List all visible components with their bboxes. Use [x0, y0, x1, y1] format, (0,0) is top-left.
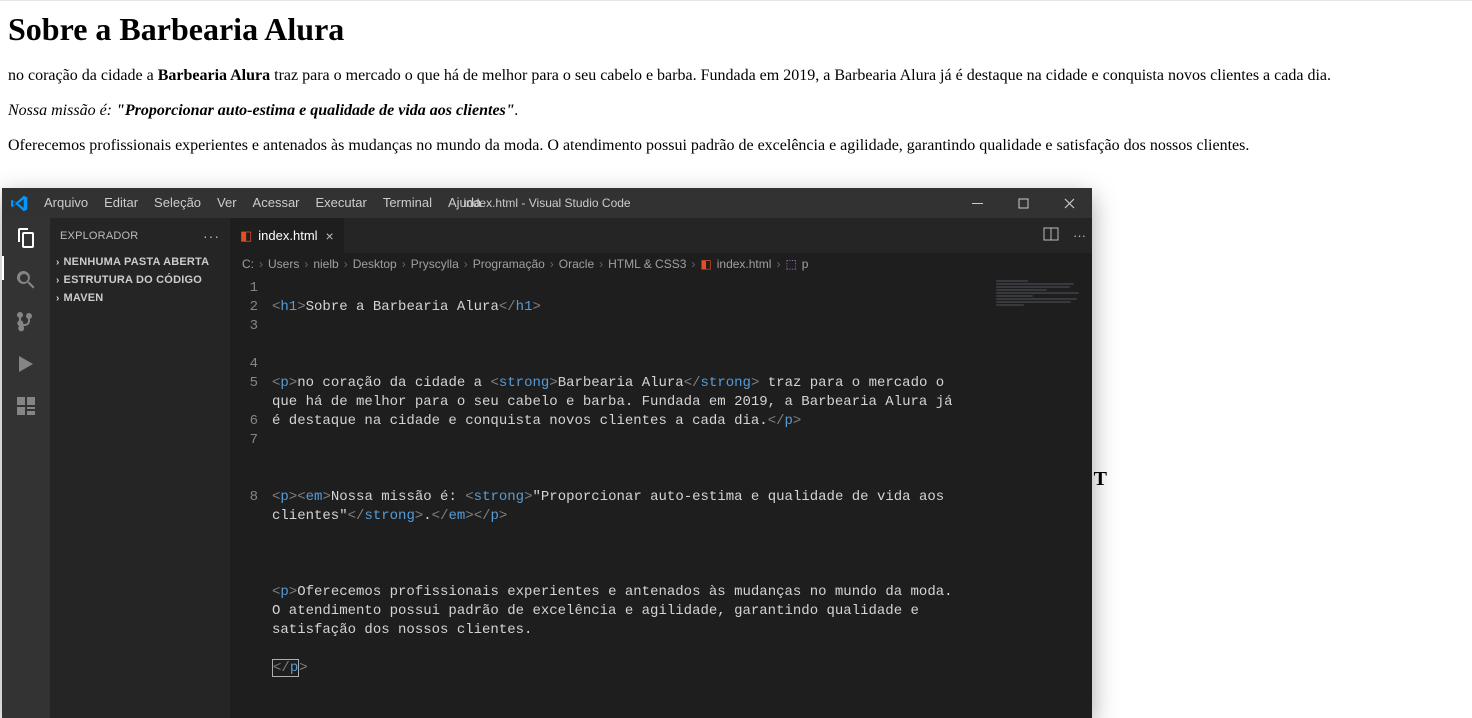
tab-actions: ···: [1043, 218, 1086, 253]
p2-em-a: Nossa missão é:: [8, 102, 116, 119]
p2-em-b: .: [515, 102, 519, 119]
tab-index-html[interactable]: ◧ index.html ×: [230, 218, 345, 253]
bc-1: Users: [268, 257, 299, 271]
tab-label: index.html: [258, 228, 317, 243]
vscode-window: Arquivo Editar Seleção Ver Acessar Execu…: [2, 188, 1092, 718]
bc-5: Programação: [473, 257, 545, 271]
sidebar-section-nofolder[interactable]: › NENHUMA PASTA ABERTA: [50, 253, 230, 271]
minimap[interactable]: [992, 275, 1092, 718]
search-icon[interactable]: [14, 268, 38, 292]
activitybar: [2, 218, 50, 718]
more-actions-icon[interactable]: ···: [1073, 228, 1086, 243]
menu-selecao[interactable]: Seleção: [146, 188, 209, 218]
bc-0: C:: [242, 257, 254, 271]
sidebar-section-outline[interactable]: › ESTRUTURA DO CÓDIGO: [50, 271, 230, 289]
window-controls: [954, 188, 1092, 218]
sidebar-header: EXPLORADOR ···: [50, 218, 230, 253]
breadcrumb[interactable]: C:› Users› nielb› Desktop› Pryscylla› Pr…: [230, 253, 1092, 275]
page-title: Sobre a Barbearia Alura: [8, 11, 1464, 48]
menu-arquivo[interactable]: Arquivo: [36, 188, 96, 218]
maximize-button[interactable]: [1000, 188, 1046, 218]
explorer-icon[interactable]: [14, 226, 38, 250]
bc-4: Pryscylla: [411, 257, 459, 271]
menu-ver[interactable]: Ver: [209, 188, 245, 218]
bc-7: HTML & CSS3: [608, 257, 686, 271]
paragraph-3: Oferecemos profissionais experientes e a…: [8, 136, 1464, 157]
sidebar-section-label: MAVEN: [64, 292, 104, 304]
p2-em-strong: "Proporcionar auto-estima e qualidade de…: [116, 102, 515, 119]
bc-6: Oracle: [559, 257, 594, 271]
paragraph-1: no coração da cidade a Barbearia Alura t…: [8, 66, 1464, 87]
tabs-row: ◧ index.html × ···: [230, 218, 1092, 253]
symbol-icon: ⬚: [785, 257, 796, 271]
titlebar: Arquivo Editar Seleção Ver Acessar Execu…: [2, 188, 1092, 218]
explorer-label: EXPLORADOR: [60, 230, 138, 242]
code-editor[interactable]: 1 2 3 4 5 6 7 8 <h1>Sobre a Barbearia Al…: [230, 275, 1092, 718]
extensions-icon[interactable]: [14, 394, 38, 418]
bc-8: index.html: [717, 257, 772, 271]
menu-ajuda[interactable]: Ajuda: [440, 188, 489, 218]
bc-2: nielb: [313, 257, 338, 271]
html-file-icon: ◧: [700, 257, 711, 271]
p2-em: Nossa missão é: "Proporcionar auto-estim…: [8, 102, 519, 119]
menubar: Arquivo Editar Seleção Ver Acessar Execu…: [36, 188, 489, 218]
sidebar-more-icon[interactable]: ···: [203, 228, 220, 244]
split-editor-icon[interactable]: [1043, 226, 1059, 245]
source-control-icon[interactable]: [14, 310, 38, 334]
code-content[interactable]: <h1>Sobre a Barbearia Alura</h1> <p>no c…: [272, 275, 972, 718]
editor-area: ◧ index.html × ··· C:› Users› nielb› Des…: [230, 218, 1092, 718]
menu-editar[interactable]: Editar: [96, 188, 146, 218]
run-debug-icon[interactable]: [14, 352, 38, 376]
chevron-right-icon: ›: [56, 257, 60, 268]
vscode-logo-icon: [2, 195, 36, 212]
chevron-right-icon: ›: [56, 275, 60, 286]
bc-9: p: [802, 257, 809, 271]
rendered-page: Sobre a Barbearia Alura no coração da ci…: [0, 0, 1472, 188]
menu-acessar[interactable]: Acessar: [245, 188, 308, 218]
minimize-button[interactable]: [954, 188, 1000, 218]
sidebar: EXPLORADOR ··· › NENHUMA PASTA ABERTA › ES…: [50, 218, 230, 718]
bc-3: Desktop: [353, 257, 397, 271]
chevron-right-icon: ›: [56, 293, 60, 304]
sidebar-section-label: ESTRUTURA DO CÓDIGO: [64, 274, 202, 286]
menu-executar[interactable]: Executar: [308, 188, 375, 218]
line-gutter: 1 2 3 4 5 6 7 8: [230, 275, 272, 718]
close-button[interactable]: [1046, 188, 1092, 218]
close-icon[interactable]: ×: [326, 228, 334, 244]
paragraph-2: Nossa missão é: "Proporcionar auto-estim…: [8, 101, 1464, 122]
p1-text-a: no coração da cidade a: [8, 67, 158, 84]
menu-terminal[interactable]: Terminal: [375, 188, 440, 218]
p1-text-b: traz para o mercado o que há de melhor p…: [270, 67, 1331, 84]
sidebar-section-maven[interactable]: › MAVEN: [50, 289, 230, 307]
html-file-icon: ◧: [240, 228, 252, 244]
sidebar-section-label: NENHUMA PASTA ABERTA: [64, 256, 210, 268]
activitybar-active-indicator: [2, 256, 4, 280]
stray-letter: T: [1094, 468, 1107, 491]
p1-strong: Barbearia Alura: [158, 67, 270, 84]
